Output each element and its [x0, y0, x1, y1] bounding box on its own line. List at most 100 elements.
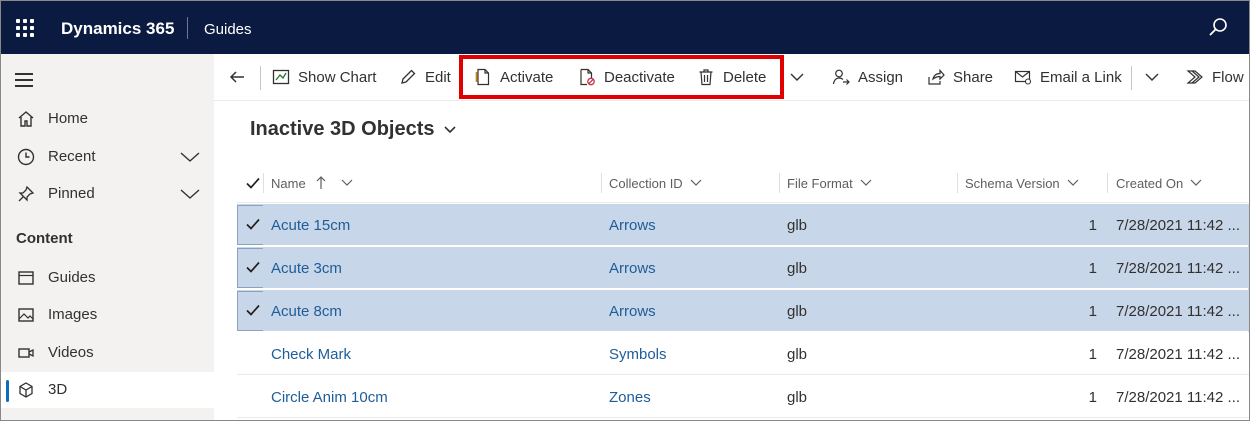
title-divider	[187, 17, 188, 39]
back-button[interactable]	[228, 54, 254, 100]
assign-label: Assign	[858, 68, 904, 86]
cell-collection-id[interactable]: Arrows	[609, 247, 656, 289]
cell-created-on: 7/28/2021 11:42 ...	[1116, 345, 1240, 363]
home-icon	[18, 111, 34, 127]
person-assign-icon	[832, 69, 850, 85]
email-link-dropdown[interactable]	[1144, 54, 1168, 100]
cell-collection-id[interactable]: Arrows	[609, 290, 656, 332]
nav-item-images[interactable]: Images	[1, 297, 214, 333]
cell-name[interactable]: Circle Anim 10cm	[271, 376, 388, 418]
column-separator	[1107, 173, 1108, 193]
cell-collection-id[interactable]: Arrows	[609, 204, 656, 246]
brand-title[interactable]: Dynamics 365	[61, 19, 174, 39]
flow-button[interactable]: Flow	[1186, 54, 1244, 100]
menu-toggle-icon[interactable]	[15, 73, 33, 87]
nav-item-recent[interactable]: Recent	[1, 139, 214, 175]
chevron-down-icon	[690, 179, 702, 186]
nav-item-pinned[interactable]: Pinned	[1, 176, 214, 212]
column-separator	[779, 173, 780, 193]
chevron-down-icon	[1067, 179, 1079, 186]
sort-ascending-icon	[316, 176, 326, 189]
view-selector[interactable]: Inactive 3D Objects	[250, 118, 457, 141]
assign-button[interactable]: Assign	[832, 54, 903, 100]
nav-item-label: Guides	[48, 269, 96, 286]
chevron-down-icon[interactable]	[179, 186, 201, 202]
email-link-label: Email a Link	[1040, 68, 1122, 86]
edit-button[interactable]: Edit	[399, 54, 451, 100]
cell-schema-version: 1	[1088, 259, 1097, 277]
cell-file-format: glb	[787, 345, 808, 363]
back-arrow-icon	[229, 71, 244, 83]
email-link-icon	[1014, 70, 1032, 85]
cell-created-on: 7/28/2021 11:42 ...	[1116, 302, 1240, 320]
column-header-label: Collection ID	[609, 175, 683, 191]
nav-item-guides[interactable]: Guides	[1, 260, 214, 296]
nav-item-label: Videos	[48, 344, 94, 361]
share-label: Share	[953, 68, 994, 86]
share-button[interactable]: Share	[927, 54, 993, 100]
column-header-label: File Format	[787, 175, 853, 191]
nav-item-label: Pinned	[48, 185, 95, 202]
column-header-name[interactable]: Name	[271, 163, 354, 203]
nav-item-home[interactable]: Home	[1, 101, 214, 137]
column-separator	[263, 173, 264, 193]
table-row[interactable]: Acute 8cm Arrows glb 1 7/28/2021 11:42 .…	[237, 290, 1249, 332]
chevron-down-icon	[860, 179, 872, 186]
cell-created-on: 7/28/2021 11:42 ...	[1116, 388, 1240, 406]
checkmark-icon[interactable]	[245, 302, 261, 318]
email-link-button[interactable]: Email a Link	[1014, 54, 1122, 100]
nav-group-content-title: Content	[16, 230, 73, 247]
scrollbar-edge[interactable]	[1248, 204, 1249, 332]
pin-icon	[18, 185, 35, 202]
column-header-label: Created On	[1116, 175, 1184, 191]
edit-label: Edit	[425, 68, 451, 86]
table-row[interactable]: Acute 3cm Arrows glb 1 7/28/2021 11:42 .…	[237, 247, 1249, 289]
column-header-label: Schema Version	[965, 175, 1060, 191]
table-row[interactable]: Acute 15cm Arrows glb 1 7/28/2021 11:42 …	[237, 204, 1249, 246]
nav-item-videos[interactable]: Videos	[1, 335, 214, 371]
app-launcher-icon[interactable]	[16, 19, 34, 37]
cell-schema-version: 1	[1088, 345, 1097, 363]
select-all-checkbox[interactable]	[245, 163, 261, 203]
table-row[interactable]: Circle Anim 10cm Zones glb 1 7/28/2021 1…	[237, 376, 1249, 418]
cell-created-on: 7/28/2021 11:42 ...	[1116, 259, 1240, 277]
checkmark-icon[interactable]	[245, 216, 261, 232]
checkmark-icon	[246, 177, 260, 189]
video-icon	[18, 348, 34, 358]
window-icon	[18, 271, 34, 285]
more-commands-dropdown[interactable]	[789, 54, 813, 100]
column-header-file-format[interactable]: File Format	[787, 163, 873, 203]
left-navigation: Home Recent Pinned Content Guides Images…	[1, 54, 214, 420]
cell-collection-id[interactable]: Zones	[609, 376, 651, 418]
nav-item-label: Recent	[48, 148, 96, 165]
nav-item-3d[interactable]: 3D	[1, 372, 214, 408]
top-bar: Dynamics 365 Guides	[1, 1, 1249, 54]
show-chart-button[interactable]: Show Chart	[272, 54, 376, 100]
column-header-created-on[interactable]: Created On	[1116, 163, 1203, 203]
cell-schema-version: 1	[1088, 302, 1097, 320]
chevron-down-icon[interactable]	[179, 149, 201, 165]
app-name[interactable]: Guides	[204, 21, 252, 38]
cell-collection-id[interactable]: Symbols	[609, 333, 667, 375]
flow-icon	[1186, 70, 1203, 84]
cell-name[interactable]: Acute 15cm	[271, 204, 350, 246]
table-row[interactable]: Check Mark Symbols glb 1 7/28/2021 11:42…	[237, 333, 1249, 375]
image-icon	[18, 308, 34, 322]
cell-file-format: glb	[787, 216, 808, 234]
chevron-down-icon	[1190, 179, 1202, 186]
column-header-collection-id[interactable]: Collection ID	[609, 163, 703, 203]
cube-icon	[19, 382, 33, 398]
cell-file-format: glb	[787, 259, 808, 277]
cell-name[interactable]: Acute 3cm	[271, 247, 342, 289]
chevron-down-icon	[341, 179, 353, 186]
pencil-icon	[401, 69, 416, 84]
checkmark-icon[interactable]	[245, 259, 261, 275]
column-header-schema-version[interactable]: Schema Version	[965, 163, 1080, 203]
chevron-down-icon	[443, 125, 456, 133]
cell-name[interactable]: Check Mark	[271, 333, 351, 375]
cell-name[interactable]: Acute 8cm	[271, 290, 342, 332]
column-separator	[957, 173, 958, 193]
chart-icon	[272, 69, 290, 85]
search-button[interactable]	[1207, 17, 1229, 39]
show-chart-label: Show Chart	[298, 68, 377, 86]
